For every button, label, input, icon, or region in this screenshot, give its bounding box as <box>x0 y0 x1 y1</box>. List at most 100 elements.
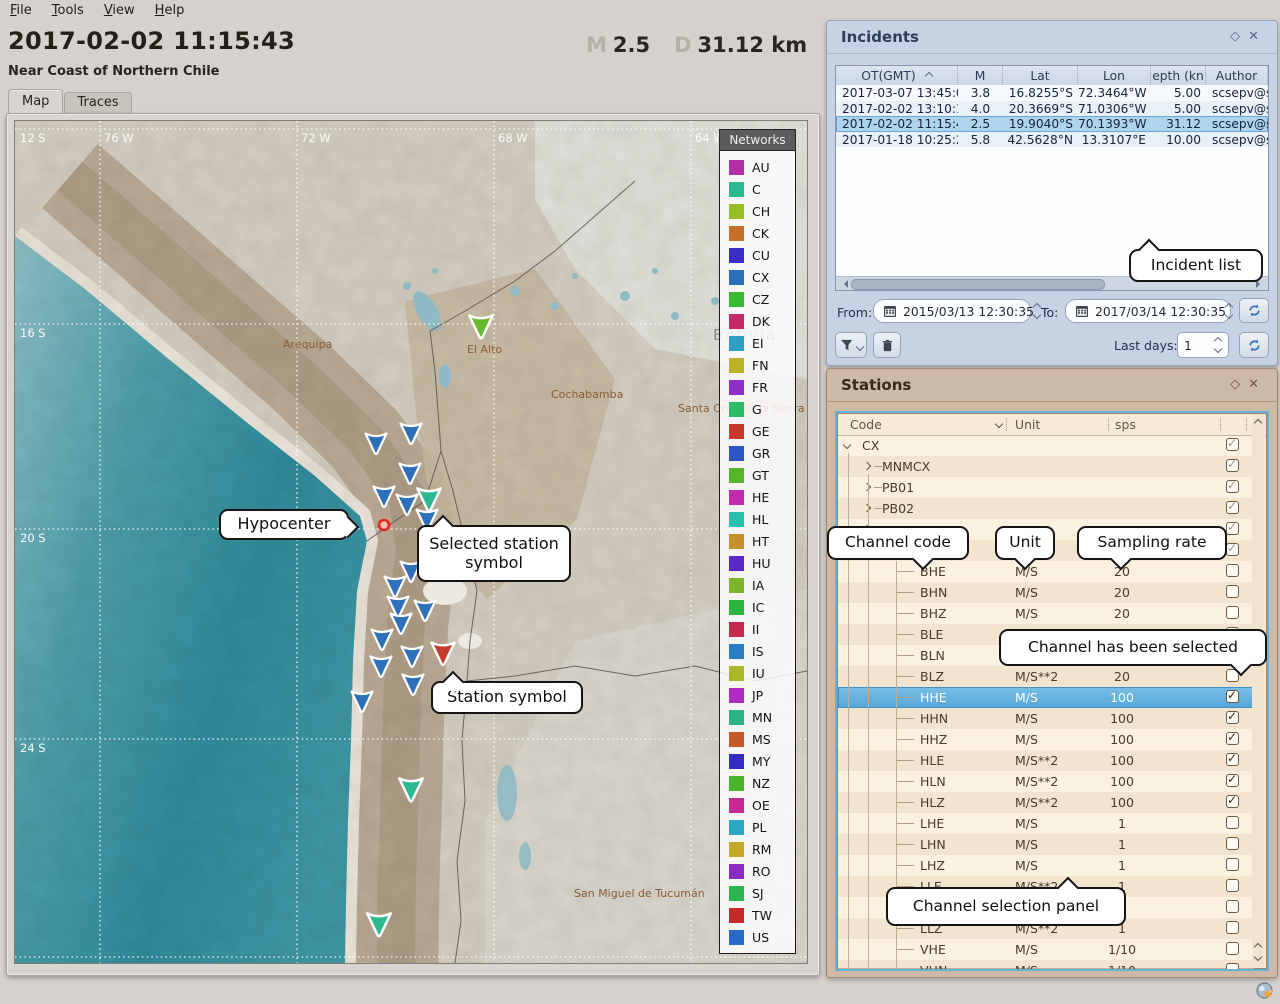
filter-button[interactable] <box>835 332 867 358</box>
channel-row[interactable]: HLNM/S**2100 <box>838 771 1254 792</box>
sps-cell: 1/10 <box>1100 942 1144 957</box>
to-datetime-field[interactable]: 2017/03/14 12:30:35 <box>1065 299 1231 323</box>
collapse-toggle-icon[interactable] <box>863 462 871 470</box>
incident-row[interactable]: 2017-03-07 13:45:073.816.8255°S72.3464°W… <box>836 85 1268 101</box>
channel-checkbox[interactable] <box>1226 858 1239 871</box>
collapse-toggle-icon[interactable] <box>863 483 871 491</box>
scroll-up-icon[interactable] <box>1254 943 1262 951</box>
close-panel-icon[interactable] <box>1248 29 1267 44</box>
column-header-4[interactable]: epth (kn <box>1151 66 1206 85</box>
column-header-0[interactable]: OT(GMT) <box>836 66 958 85</box>
channel-row[interactable]: HHEM/S100 <box>838 687 1254 708</box>
spinner-arrows[interactable] <box>1226 304 1232 318</box>
scroll-down-icon[interactable] <box>1254 953 1262 961</box>
network-code: CU <box>752 248 770 263</box>
channel-checkbox[interactable] <box>1226 837 1239 850</box>
channel-checkbox[interactable] <box>1226 522 1239 535</box>
channel-checkbox[interactable] <box>1226 816 1239 829</box>
channel-row[interactable]: HHZM/S100 <box>838 729 1254 750</box>
channel-row[interactable]: LHZM/S1 <box>838 855 1254 876</box>
menu-help[interactable]: Help <box>145 0 195 20</box>
channel-row[interactable]: CX <box>838 435 1254 456</box>
refresh-button[interactable] <box>1239 332 1269 358</box>
incident-row[interactable]: 2017-02-02 13:10:144.020.3669°S71.0306°W… <box>836 101 1268 117</box>
channel-row[interactable]: LHEM/S1 <box>838 813 1254 834</box>
channel-row[interactable]: MNMCX <box>838 456 1254 477</box>
channel-row[interactable]: HLZM/S**2100 <box>838 792 1254 813</box>
refresh-button[interactable] <box>1239 298 1269 323</box>
channel-row[interactable]: HHNM/S100 <box>838 708 1254 729</box>
collapse-toggle-icon[interactable] <box>863 504 871 512</box>
channel-row[interactable]: BLZM/S**220 <box>838 666 1254 687</box>
channel-checkbox[interactable] <box>1226 606 1239 619</box>
menu-view[interactable]: View <box>94 0 145 20</box>
hypocenter-marker[interactable] <box>379 520 389 530</box>
float-panel-icon[interactable] <box>1230 29 1248 44</box>
column-header-2[interactable]: Lat <box>1003 66 1078 85</box>
channel-row[interactable]: LHNM/S1 <box>838 834 1254 855</box>
close-panel-icon[interactable] <box>1248 377 1267 392</box>
unit-cell: M/S <box>1015 858 1038 873</box>
menu-file[interactable]: File <box>0 0 42 20</box>
column-header-1[interactable]: M <box>958 66 1003 85</box>
col-sps[interactable]: sps <box>1115 417 1136 432</box>
spinner-arrows[interactable] <box>1215 338 1221 352</box>
last-days-spinner[interactable]: 1 <box>1177 332 1229 358</box>
scrollbar-thumb[interactable] <box>851 279 1105 290</box>
tab-map[interactable]: Map <box>8 89 63 113</box>
channel-checkbox[interactable] <box>1226 585 1239 598</box>
legend-entry: HU <box>729 552 795 574</box>
channel-checkbox[interactable] <box>1226 942 1239 955</box>
from-datetime-field[interactable]: 2015/03/13 12:30:35 <box>873 299 1031 323</box>
to-label: To: <box>1041 305 1058 320</box>
incidents-table-header[interactable]: OT(GMT) MLatLonepth (knAuthor <box>836 66 1268 86</box>
channel-row[interactable]: BHNM/S20 <box>838 582 1254 603</box>
channel-row[interactable]: PB01 <box>838 477 1254 498</box>
channel-checkbox[interactable] <box>1226 438 1239 451</box>
channel-row[interactable]: VHEM/S1/10 <box>838 939 1254 960</box>
channel-checkbox[interactable] <box>1226 480 1239 493</box>
channel-row[interactable]: BHEM/S20 <box>838 561 1254 582</box>
channel-checkbox[interactable] <box>1226 543 1239 556</box>
channel-checkbox[interactable] <box>1226 711 1239 724</box>
expand-toggle-icon[interactable] <box>843 441 851 449</box>
channel-checkbox[interactable] <box>1226 690 1239 703</box>
column-header-5[interactable]: Author <box>1206 66 1268 85</box>
map-canvas[interactable]: 76 W72 W68 W64 W12 S16 S20 S24 SArequipa… <box>14 120 808 964</box>
network-color-swatch <box>729 710 744 725</box>
tab-traces[interactable]: Traces <box>64 92 131 113</box>
grid-label: 68 W <box>498 131 528 145</box>
channel-checkbox[interactable] <box>1226 921 1239 934</box>
channel-checkbox[interactable] <box>1226 795 1239 808</box>
tree-connector <box>896 697 914 698</box>
scroll-left-icon[interactable] <box>840 280 848 288</box>
channel-row[interactable]: HLEM/S**2100 <box>838 750 1254 771</box>
spinner-arrows[interactable] <box>1034 304 1040 318</box>
delete-button[interactable] <box>873 332 901 358</box>
column-label: OT(GMT) <box>861 69 915 83</box>
channel-checkbox[interactable] <box>1226 501 1239 514</box>
channel-checkbox[interactable] <box>1226 879 1239 892</box>
status-tray-icon[interactable] <box>1255 981 1275 1001</box>
channel-checkbox[interactable] <box>1226 564 1239 577</box>
channel-checkbox[interactable] <box>1226 732 1239 745</box>
float-panel-icon[interactable] <box>1230 377 1248 392</box>
col-code[interactable]: Code <box>850 417 882 432</box>
menu-tools[interactable]: Tools <box>42 0 94 20</box>
sort-descending-icon[interactable] <box>995 420 1003 428</box>
channel-checkbox[interactable] <box>1226 900 1239 913</box>
channel-row[interactable]: PB02 <box>838 498 1254 519</box>
scroll-up-icon[interactable] <box>1254 419 1262 427</box>
channel-checkbox[interactable] <box>1226 774 1239 787</box>
incident-row[interactable]: 2017-01-18 10:25:265.842.5628°N13.3107°E… <box>836 132 1268 148</box>
channel-row[interactable]: BHZM/S20 <box>838 603 1254 624</box>
stations-table-header[interactable]: Code Unit sps <box>838 414 1266 436</box>
incident-row[interactable]: 2017-02-02 11:15:432.519.9040°S70.1393°W… <box>836 116 1268 132</box>
channel-row[interactable]: VHNM/S1/10 <box>838 960 1254 969</box>
channel-checkbox[interactable] <box>1226 963 1239 969</box>
column-header-3[interactable]: Lon <box>1078 66 1151 85</box>
channel-checkbox[interactable] <box>1226 459 1239 472</box>
network-code: NZ <box>752 776 770 791</box>
vertical-scrollbar[interactable] <box>1252 414 1265 968</box>
channel-checkbox[interactable] <box>1226 753 1239 766</box>
